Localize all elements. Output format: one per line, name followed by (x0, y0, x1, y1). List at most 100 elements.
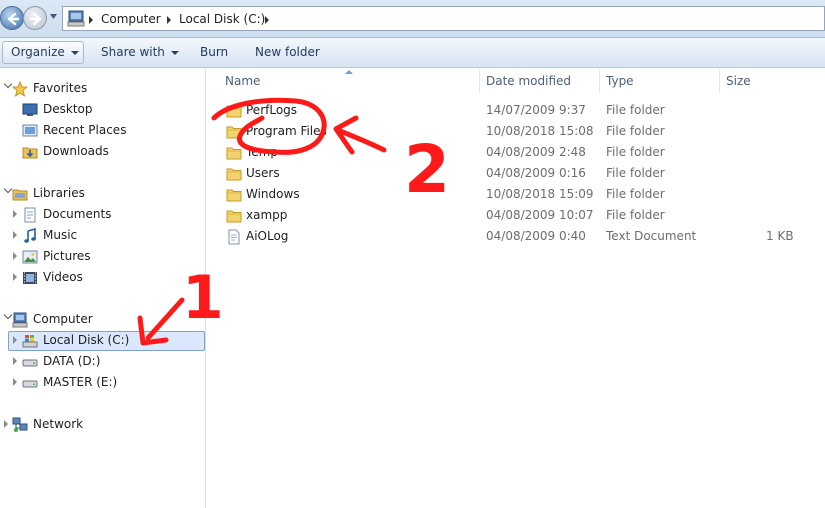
nav-label: DATA (D:) (43, 354, 101, 368)
breadcrumb-separator-icon[interactable] (265, 16, 269, 24)
file-date-modified: 10/08/2018 15:09 (486, 187, 594, 201)
file-type: File folder (606, 166, 665, 180)
share-with-label: Share with (101, 45, 165, 59)
address-bar: Computer Local Disk (C:) (0, 0, 825, 38)
file-type: File folder (606, 103, 665, 117)
computer-icon (67, 10, 85, 27)
explorer-window: Computer Local Disk (C:) Organize Share … (0, 0, 825, 508)
file-date-modified: 04/08/2009 10:07 (486, 208, 594, 222)
film-strip-icon (23, 272, 37, 284)
chevron-down-icon (170, 50, 179, 55)
share-with-button[interactable]: Share with (101, 38, 179, 67)
nav-label: Music (43, 228, 78, 242)
address-field[interactable]: Computer Local Disk (C:) (62, 6, 825, 31)
burn-button[interactable]: Burn (200, 38, 228, 67)
breadcrumb-separator-icon[interactable] (167, 16, 171, 24)
column-divider[interactable] (479, 69, 480, 94)
file-type: File folder (606, 187, 665, 201)
file-date-modified: 04/08/2009 0:16 (486, 166, 586, 180)
file-row[interactable]: Temp 04/08/2009 2:48 File folder (221, 142, 811, 163)
expand-arrow-icon[interactable] (13, 231, 17, 239)
new-folder-button[interactable]: New folder (255, 38, 320, 67)
file-type: File folder (606, 145, 665, 159)
nav-label: Pictures (43, 249, 91, 263)
sort-ascending-icon (345, 70, 353, 74)
file-row[interactable]: Program Files 10/08/2018 15:08 File folder (221, 121, 811, 142)
breadcrumb-separator-icon[interactable] (89, 16, 93, 24)
file-row[interactable]: Windows 10/08/2018 15:09 File folder (221, 184, 811, 205)
arrow-left-icon (7, 12, 20, 26)
column-divider[interactable] (599, 69, 600, 94)
file-row[interactable]: xampp 04/08/2009 10:07 File folder (221, 205, 811, 226)
file-date-modified: 10/08/2018 15:08 (486, 124, 594, 138)
recent-places-icon (22, 124, 38, 137)
nav-label: Network (33, 417, 84, 431)
column-divider[interactable] (719, 69, 720, 94)
pictures-icon (22, 250, 38, 264)
nav-label: Desktop (43, 102, 93, 116)
star-icon (12, 81, 28, 97)
file-type: File folder (606, 208, 665, 222)
expand-arrow-icon[interactable] (13, 378, 17, 386)
nav-label: Favorites (33, 81, 88, 95)
column-header-type[interactable]: Type (606, 69, 634, 94)
breadcrumb-computer[interactable]: Computer (101, 12, 161, 26)
file-name: Program Files (246, 124, 327, 138)
downloads-folder-icon (22, 147, 38, 159)
text-document-icon (226, 229, 242, 252)
nav-label: MASTER (E:) (43, 375, 118, 389)
hard-drive-icon (22, 380, 38, 388)
file-row[interactable]: PerfLogs 14/07/2009 9:37 File folder (221, 100, 811, 121)
back-button[interactable] (0, 6, 24, 30)
arrow-right-icon (29, 12, 42, 26)
collapse-arrow-icon[interactable] (3, 79, 13, 89)
file-list[interactable]: Name Date modified Type Size PerfLogs 14/… (207, 69, 825, 508)
file-row[interactable]: Users 04/08/2009 0:16 File folder (221, 163, 811, 184)
file-name: AiOLog (246, 229, 289, 243)
documents-icon (24, 207, 36, 223)
file-date-modified: 14/07/2009 9:37 (486, 103, 586, 117)
column-header-size[interactable]: Size (726, 69, 751, 94)
navigation-pane[interactable]: Favorites Desktop Recent Places Download… (0, 69, 206, 508)
file-size: 1 KB (766, 229, 794, 243)
file-date-modified: 04/08/2009 2:48 (486, 145, 586, 159)
nav-label: Documents (43, 207, 112, 221)
nav-label: Recent Places (43, 123, 127, 137)
nav-label: Libraries (33, 186, 85, 200)
new-folder-label: New folder (255, 45, 320, 59)
file-date-modified: 04/08/2009 0:40 (486, 229, 586, 243)
column-header-date-modified[interactable]: Date modified (486, 69, 571, 94)
organize-label: Organize (11, 45, 65, 59)
music-note-icon (24, 228, 36, 243)
expand-arrow-icon[interactable] (13, 357, 17, 365)
desktop-icon (22, 103, 38, 116)
file-name: Users (246, 166, 280, 180)
libraries-icon (12, 189, 28, 201)
file-row[interactable]: AiOLog 04/08/2009 0:40 Text Document 1 KB (221, 226, 811, 247)
nav-label: Downloads (43, 144, 109, 158)
breadcrumb-local-disk[interactable]: Local Disk (C:) (179, 12, 265, 26)
recent-pages-dropdown[interactable] (49, 12, 58, 21)
forward-button[interactable] (23, 6, 47, 30)
collapse-arrow-icon[interactable] (3, 310, 13, 320)
expand-arrow-icon[interactable] (13, 336, 17, 344)
nav-label: Local Disk (C:) (43, 333, 130, 347)
file-name: Temp (246, 145, 278, 159)
command-bar: Organize Share with Burn New folder (0, 38, 825, 68)
column-header-name[interactable]: Name (225, 69, 260, 94)
burn-label: Burn (200, 45, 229, 59)
expand-arrow-icon[interactable] (13, 210, 17, 218)
expand-arrow-icon[interactable] (4, 420, 8, 428)
expand-arrow-icon[interactable] (13, 252, 17, 260)
computer-icon (12, 312, 28, 328)
chevron-down-icon (70, 50, 79, 55)
collapse-arrow-icon[interactable] (3, 184, 13, 194)
file-type: Text Document (606, 229, 697, 243)
file-name: Windows (246, 187, 300, 201)
network-icon (12, 417, 28, 432)
organize-button[interactable]: Organize (11, 38, 79, 67)
nav-label: Videos (43, 270, 83, 284)
file-name: xampp (246, 208, 288, 222)
expand-arrow-icon[interactable] (13, 273, 17, 281)
file-name: PerfLogs (246, 103, 298, 117)
